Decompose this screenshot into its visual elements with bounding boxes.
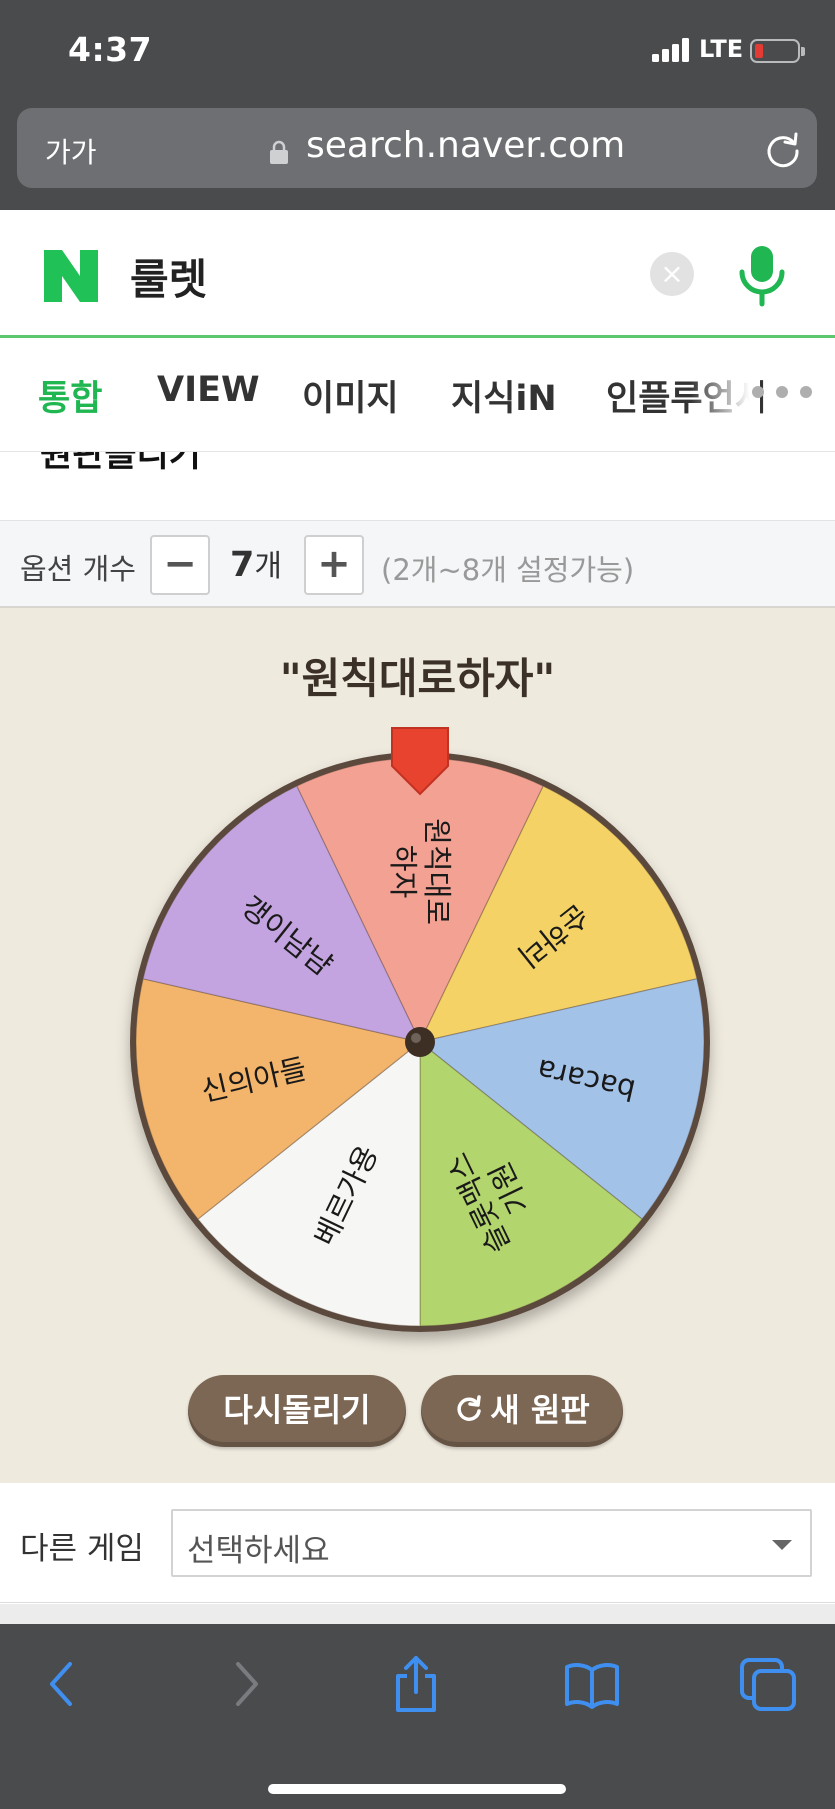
divider [0,1604,835,1624]
new-wheel-button[interactable]: 새 원판 [421,1375,623,1447]
section-title-area: 원판돌리기 [0,452,835,520]
microphone-icon[interactable] [736,244,788,308]
bookmarks-icon[interactable] [562,1654,622,1714]
text-size-button[interactable]: 가가 [45,131,97,171]
browser-toolbar: 가가 search.naver.com [0,95,835,210]
tab-knowledge-in[interactable]: 지식iN [451,370,557,421]
tab-images[interactable]: 이미지 [302,370,399,421]
url-text: search.naver.com [306,125,626,166]
back-icon[interactable] [34,1654,94,1714]
reload-icon[interactable] [763,129,803,169]
option-count-label: 옵션 개수 [20,552,136,586]
status-bar: 4:37 LTE [0,0,835,95]
count-unit: 개 [254,549,282,584]
option-count-row: 옵션 개수 − 7개 + (2개~8개 설정가능) [0,520,835,608]
other-game-select-value: 선택하세요 [187,1533,330,1569]
battery-icon [750,39,805,63]
other-game-row: 다른 게임 선택하세요 [0,1483,835,1603]
tab-all[interactable]: 통합 [38,370,102,421]
wheel-hub-shine [411,1033,421,1043]
naver-logo-icon[interactable] [44,250,98,302]
forward-icon[interactable] [214,1654,274,1714]
page: 4:37 LTE 가가 search.naver.com 룰렛 × 통합 VIE… [0,0,835,1809]
tabs-fade [690,338,760,450]
search-query[interactable]: 룰렛 [130,246,207,307]
refresh-icon [457,1395,482,1421]
home-indicator [268,1784,566,1794]
address-bar[interactable]: 가가 search.naver.com [17,108,817,188]
new-wheel-label: 새 원판 [490,1391,590,1429]
roulette-game: "원칙대로하자" 원칙대로하자 순하리 bacara 슬롯맥스기원 베르가용 신의아들 갱이… [0,608,835,1483]
option-count-hint: (2개~8개 설정가능) [381,553,635,587]
search-tabs: 통합 VIEW 이미지 지식iN 인플루언서 [0,338,835,452]
clock: 4:37 [68,30,153,69]
search-header: 룰렛 × [0,210,835,338]
increase-button[interactable]: + [304,535,364,595]
count-number: 7 [230,545,255,585]
option-count-value: 7개 [230,541,282,585]
other-game-select[interactable]: 선택하세요 [171,1509,812,1577]
other-game-label: 다른 게임 [20,1531,144,1567]
respin-button[interactable]: 다시돌리기 [188,1375,406,1447]
browser-bottom-toolbar [0,1624,835,1809]
share-icon[interactable] [386,1654,446,1714]
wheel-label-line: 원칙대로 [420,818,454,925]
network-label: LTE [699,35,744,63]
roulette-wheel[interactable]: 원칙대로하자순하리bacara슬롯맥스기원베르가용신의아들갱이남냠 [80,688,760,1368]
more-icon[interactable] [752,386,822,400]
clear-icon[interactable]: × [650,252,694,296]
decrease-button[interactable]: − [150,535,210,595]
tab-view[interactable]: VIEW [157,370,260,410]
wheel-label-line: 하자 [386,845,420,898]
chevron-down-icon [772,1540,792,1550]
lock-icon [270,140,288,164]
signal-icon [652,38,692,62]
tabs-icon[interactable] [738,1654,798,1714]
wheel-hub [405,1027,435,1057]
section-title: 원판돌리기 [40,452,202,475]
